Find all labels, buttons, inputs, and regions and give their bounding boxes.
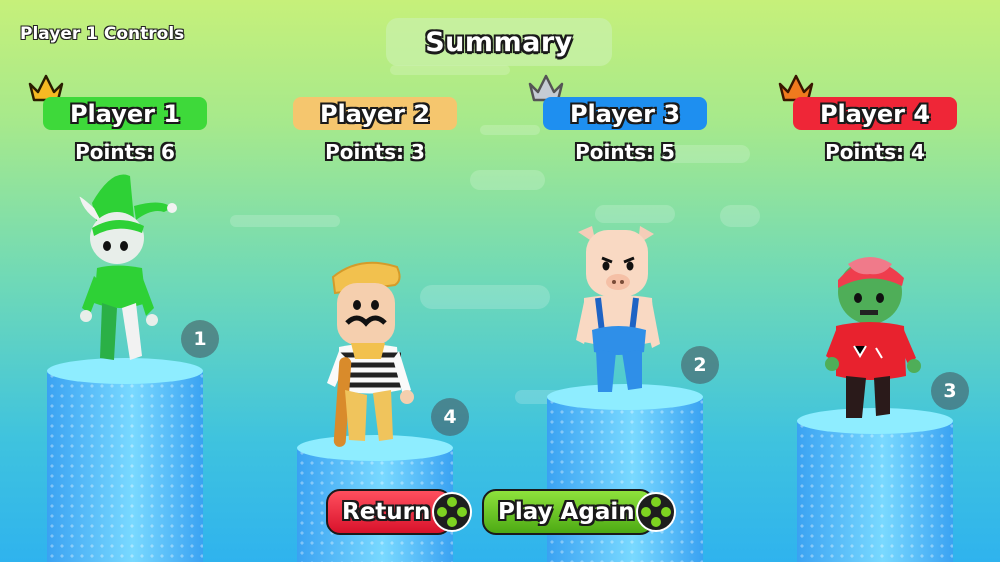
player-1-pedestal: [47, 358, 203, 562]
player-2-points: Points: 3: [325, 140, 425, 164]
zombie-character: [825, 257, 921, 418]
player-1-rank-badge: 1: [181, 320, 219, 358]
play-again-button[interactable]: Play Again: [482, 489, 654, 535]
summary-title: Summary: [425, 26, 573, 58]
pig-character: [576, 226, 660, 392]
player-3-rank-badge: 2: [681, 346, 719, 384]
player-3-name: Player 3: [569, 99, 681, 128]
player-1-name: Player 1: [69, 99, 181, 128]
play-again-button-label: Play Again: [498, 499, 635, 525]
player-4-name: Player 4: [819, 99, 931, 128]
player-3-pedestal: [547, 384, 703, 562]
baker-character: [327, 261, 414, 447]
player-3-points: Points: 5: [575, 140, 675, 164]
player-4-points: Points: 4: [825, 140, 925, 164]
player-2-rank-badge: 4: [431, 398, 469, 436]
gamepad-button-icon: [432, 492, 472, 532]
player-4-name-badge: Player 4: [793, 97, 957, 130]
summary-header: Summary: [386, 18, 612, 66]
player-1-name-badge: Player 1: [43, 97, 207, 130]
player-2-name: Player 2: [319, 99, 431, 128]
player-3-name-badge: Player 3: [543, 97, 707, 130]
player-controls-label: Player 1 Controls: [20, 24, 185, 44]
player-1-points: Points: 6: [75, 140, 175, 164]
return-button-label: Return: [342, 499, 431, 525]
player-4-rank-badge: 3: [931, 372, 969, 410]
player-4-pedestal: [797, 408, 953, 562]
jester-character: [79, 174, 177, 360]
gamepad-button-icon: [636, 492, 676, 532]
player-2-name-badge: Player 2: [293, 97, 457, 130]
